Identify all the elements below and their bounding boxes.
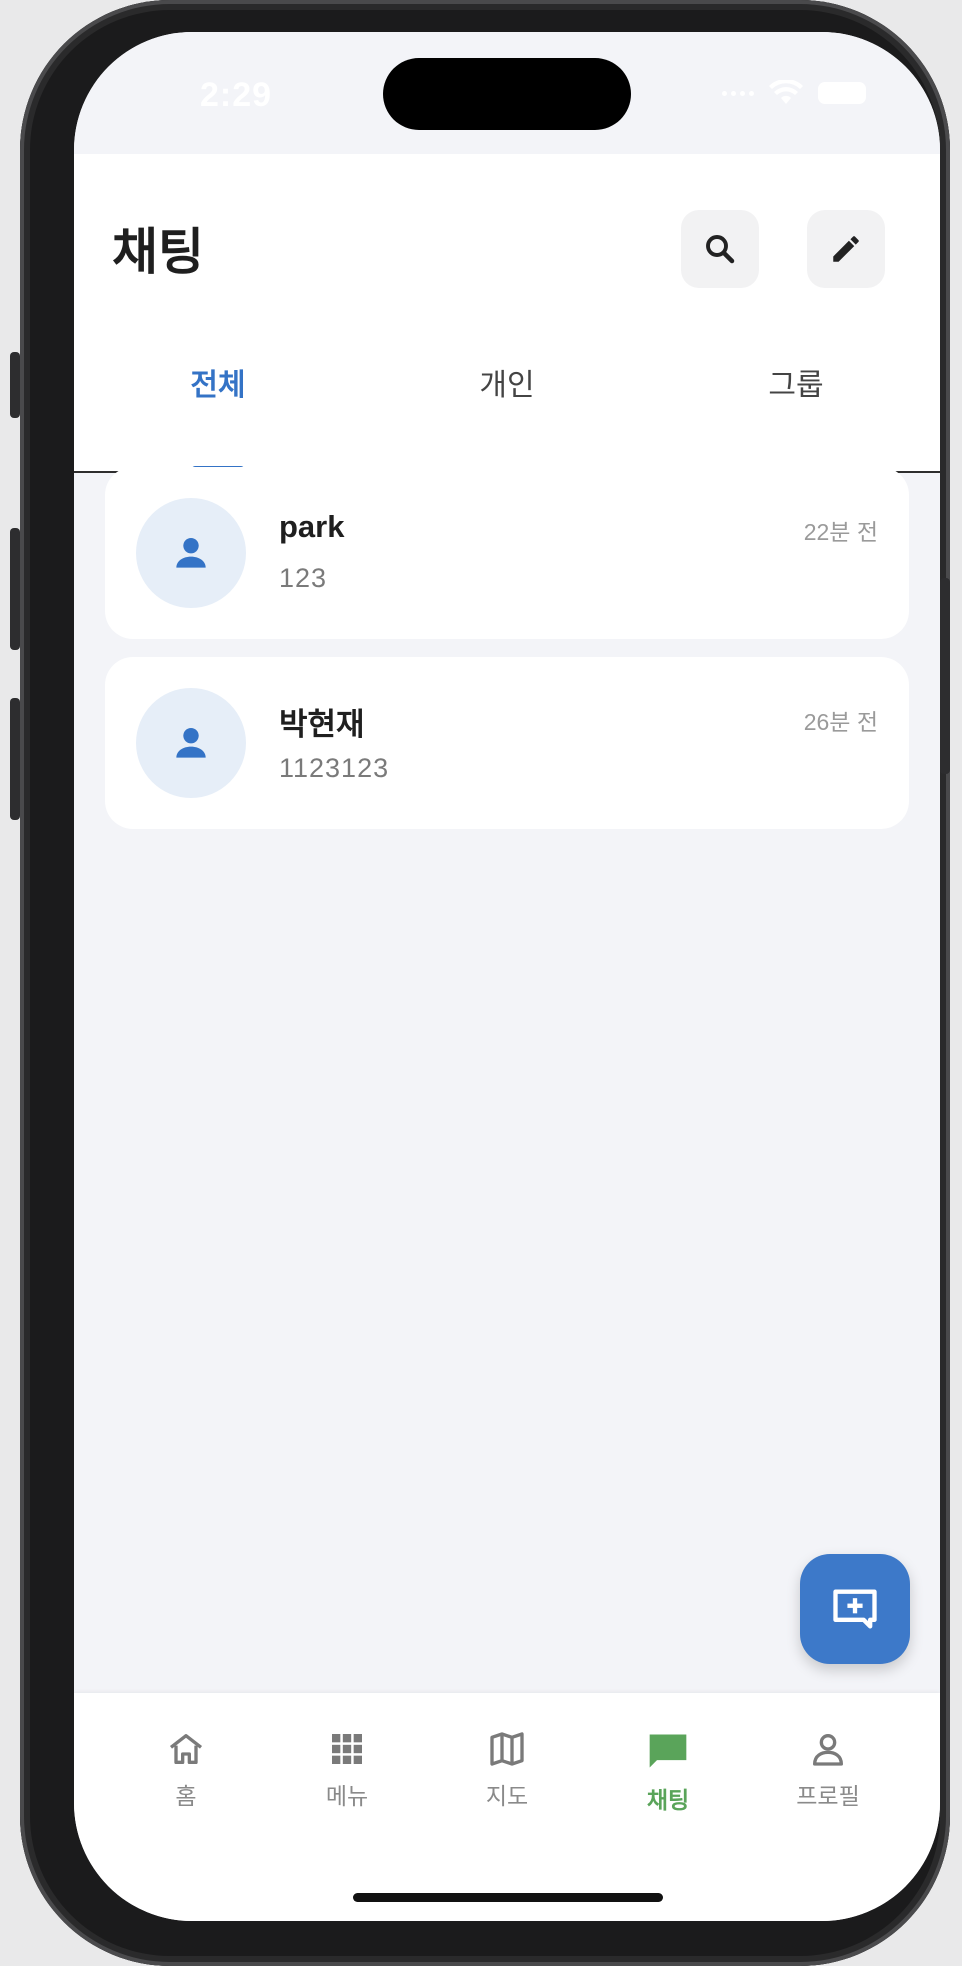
bottom-navigation: 홈 메뉴 지도 채팅 프로필: [74, 1693, 940, 1921]
wifi-icon: [769, 80, 803, 104]
app-header: 채팅 전체 개인 그룹: [74, 154, 940, 473]
home-icon: [169, 1734, 203, 1764]
battery-icon: [818, 82, 866, 104]
profile-icon: [813, 1734, 843, 1766]
nav-home-label: 홈: [175, 1783, 197, 1809]
signal-icon: [722, 90, 754, 96]
search-icon: [706, 235, 735, 264]
add-chat-icon: [833, 1589, 877, 1629]
nav-chat[interactable]: 채팅: [608, 1729, 728, 1815]
status-time: 2:29: [200, 76, 273, 114]
chat-last-message: 123: [279, 563, 328, 593]
search-button[interactable]: [681, 210, 759, 288]
status-bar: 2:29: [74, 32, 940, 154]
app-screen: 2:29 채팅 전체 개인 그룹 park 123 22분 전 박현재 1123…: [74, 32, 940, 1921]
tab-all-label: 전체: [190, 369, 246, 402]
tab-group-label: 그룹: [768, 369, 824, 402]
chat-list-item[interactable]: park 123 22분 전: [105, 467, 909, 639]
status-icons: [722, 80, 866, 106]
home-indicator[interactable]: [353, 1893, 663, 1902]
compose-button[interactable]: [807, 210, 885, 288]
nav-menu-label: 메뉴: [325, 1783, 369, 1809]
power-button: [940, 578, 950, 774]
chat-name: park: [279, 509, 345, 544]
chat-name: 박현재: [279, 707, 365, 742]
chat-tabs: 전체 개인 그룹: [74, 314, 940, 473]
avatar: [136, 688, 246, 798]
new-chat-fab[interactable]: [800, 1554, 910, 1664]
nav-menu[interactable]: 메뉴: [287, 1729, 407, 1811]
nav-profile-label: 프로필: [796, 1783, 860, 1809]
chat-timestamp: 22분 전: [803, 519, 878, 545]
dynamic-island: [383, 58, 631, 130]
person-icon: [176, 727, 206, 758]
volume-up-button: [10, 528, 20, 650]
page-title: 채팅: [112, 224, 204, 280]
nav-chat-label: 채팅: [646, 1787, 690, 1813]
chat-icon: [649, 1734, 687, 1768]
chat-list-item[interactable]: 박현재 1123123 26분 전: [105, 657, 909, 829]
volume-down-button: [10, 698, 20, 820]
tab-group[interactable]: 그룹: [652, 314, 940, 470]
nav-home[interactable]: 홈: [126, 1729, 246, 1811]
device-frame: 2:29 채팅 전체 개인 그룹 park 123 22분 전 박현재 1123…: [10, 0, 950, 1966]
nav-profile[interactable]: 프로필: [768, 1729, 888, 1811]
avatar: [136, 498, 246, 608]
nav-map[interactable]: 지도: [447, 1729, 567, 1811]
tab-personal-label: 개인: [479, 369, 535, 402]
nav-map-label: 지도: [485, 1783, 529, 1809]
tab-all[interactable]: 전체: [74, 314, 362, 470]
person-icon: [176, 537, 206, 568]
side-button: [10, 352, 20, 418]
map-icon: [490, 1732, 524, 1766]
grid-icon: [332, 1734, 362, 1764]
chat-timestamp: 26분 전: [803, 709, 878, 735]
chat-last-message: 1123123: [279, 753, 390, 783]
tab-personal[interactable]: 개인: [363, 314, 651, 470]
pencil-icon: [833, 236, 859, 262]
